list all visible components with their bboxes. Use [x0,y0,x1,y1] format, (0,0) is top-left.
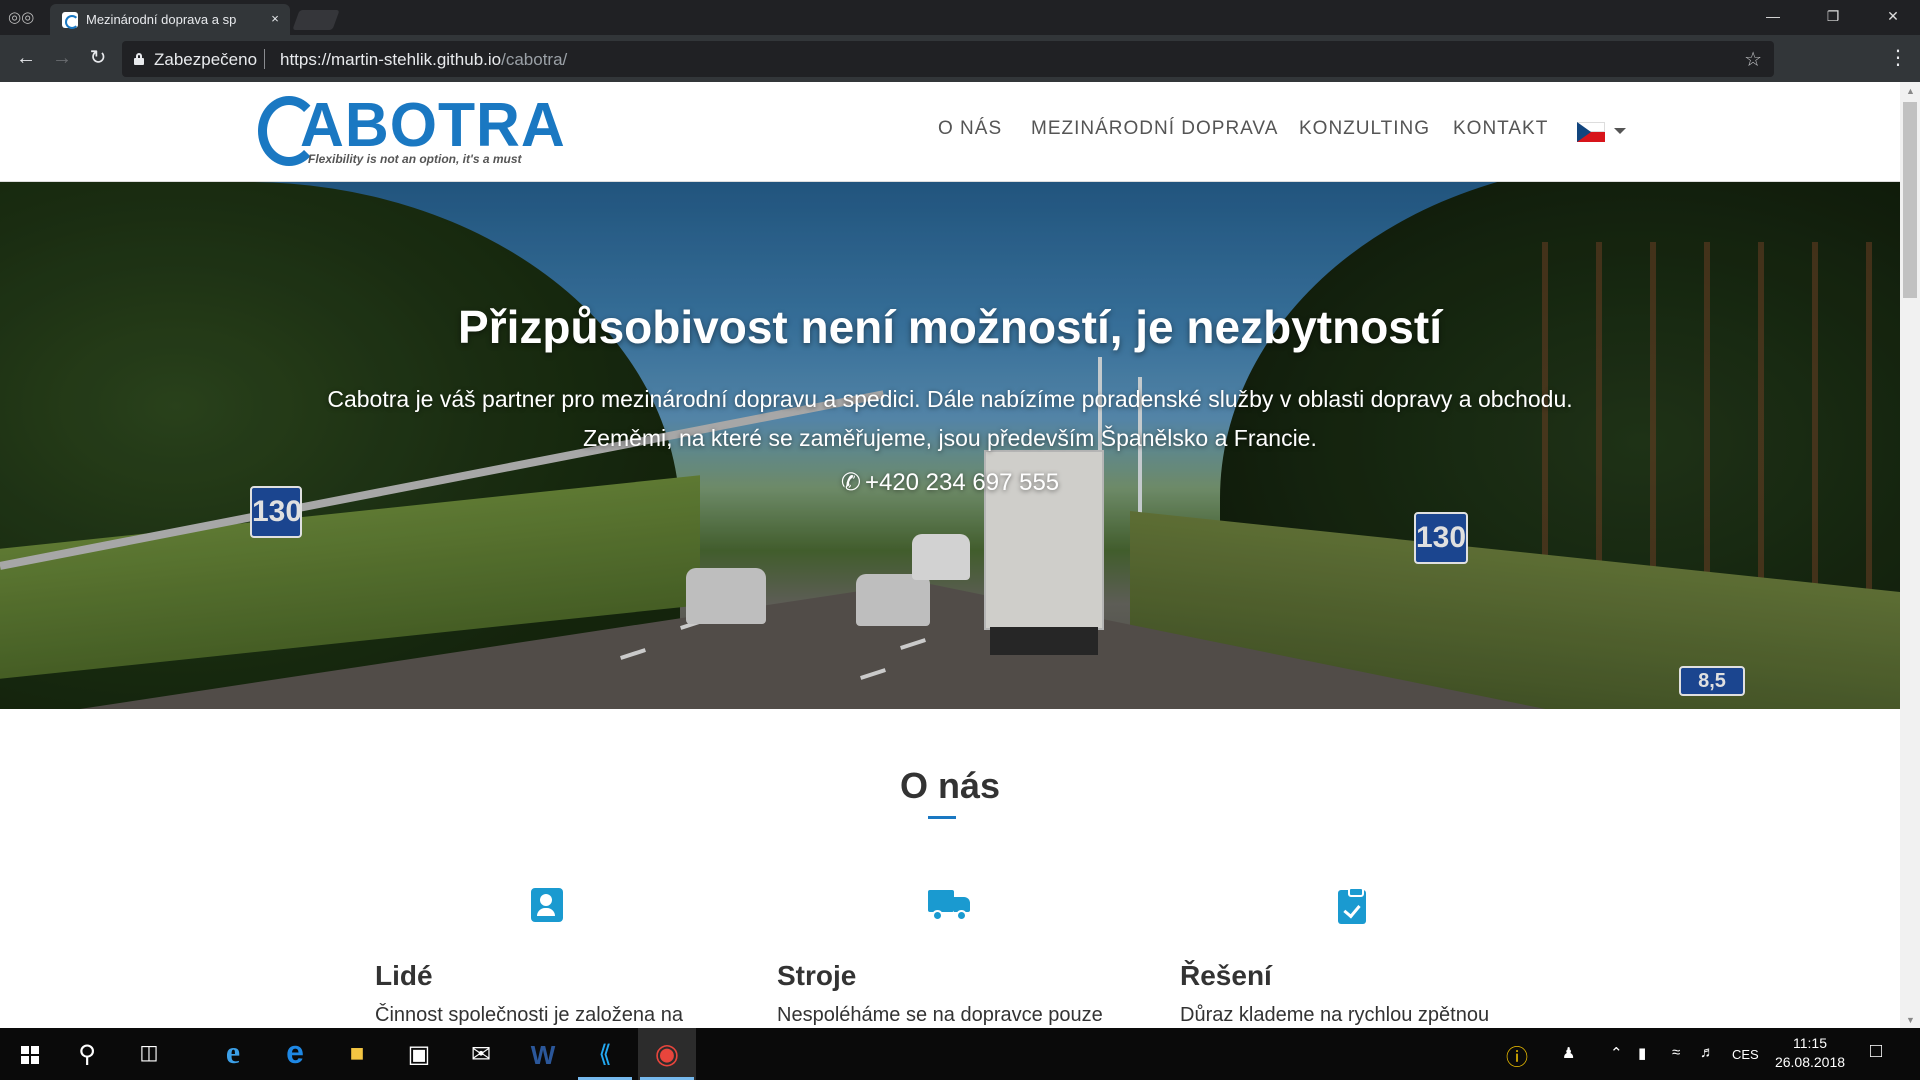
search-icon: ⚲ [78,1041,96,1068]
taskbar-mail[interactable]: ✉ [452,1028,510,1080]
hero-phone[interactable]: ✆ +420 234 697 555 [0,468,1900,497]
taskbar-edge[interactable]: e [266,1028,324,1080]
feature-text-reseni: Důraz klademe na rychlou zpětnou [1180,1004,1490,1026]
incognito-icon: ◎◎ [8,9,35,26]
clock-time: 11:15 [1793,1035,1827,1051]
nav-item-o-nas[interactable]: O NÁS [938,118,1002,140]
lock-icon [134,53,144,65]
windows-logo-icon [21,1046,39,1064]
truck-icon [928,888,972,922]
hero-description-line-1: Cabotra je váš partner pro mezinárodní d… [327,386,1573,412]
input-language[interactable]: CES [1732,1047,1759,1062]
page-viewport: ABOTRA Flexibility is not an option, it'… [0,82,1900,1028]
tab-close-icon[interactable]: × [266,10,284,28]
internet-explorer-icon: e [225,1034,241,1070]
back-arrow-icon[interactable]: ← [14,47,38,71]
nav-item-kontakt[interactable]: KONTAKT [1453,118,1548,140]
new-tab-button[interactable] [292,10,340,30]
bookmark-star-icon[interactable]: ☆ [1744,47,1762,72]
clock-date: 26.08.2018 [1774,1054,1846,1070]
logo-wordmark: ABOTRA [300,91,566,160]
phone-number[interactable]: +420 234 697 555 [865,469,1059,496]
taskbar-chrome[interactable]: ◉ [638,1028,696,1080]
wifi-icon[interactable]: ≈ [1672,1044,1680,1061]
people-icon[interactable]: ♟ [1562,1044,1575,1062]
folder-icon: ■ [349,1040,365,1067]
omnibox-divider [264,49,265,69]
taskbar-word[interactable]: W [514,1028,572,1080]
browser-tab[interactable]: Mezinárodní doprava a sp × [50,4,290,35]
edge-icon: e [286,1034,304,1070]
hero-title: Přizpůsobivost není možností, je nezbytn… [458,301,1442,353]
chrome-icon: ◉ [654,1038,680,1069]
section-title-underline [928,816,956,819]
feature-title-stroje: Stroje [777,960,857,991]
show-hidden-icons-icon[interactable]: ⌃ [1610,1044,1623,1062]
scrollbar-thumb[interactable] [1903,102,1917,298]
nav-item-konzulting[interactable]: KONZULTING [1299,118,1430,140]
site-header: ABOTRA Flexibility is not an option, it'… [0,82,1900,182]
browser-tab-strip: ◎◎ Mezinárodní doprava a sp × — ❐ ✕ [0,0,1920,35]
taskbar-file-explorer[interactable]: ■ [328,1028,386,1080]
address-bar[interactable]: Zabezpečeno https://martin-stehlik.githu… [122,41,1774,77]
browser-toolbar: ← → ↻ Zabezpečeno https://martin-stehlik… [0,35,1920,82]
security-label: Zabezpečeno [154,50,258,69]
volume-icon[interactable]: ♬ [1700,1044,1715,1061]
reload-icon[interactable]: ↻ [86,47,110,71]
task-view-icon: ◫ [139,1042,159,1064]
battery-icon[interactable]: ▮ [1638,1044,1646,1062]
taskbar-vscode[interactable]: ⟪ [576,1028,634,1080]
forward-arrow-icon[interactable]: → [50,47,74,71]
feature-title-lide: Lidé [375,960,433,991]
windows-taskbar: ⚲ ◫ e e ■ ▣ ✉ W ⟪ ◉ ⓘ ♟ ⌃ ▮ ≈ ♬ CES 11:1… [0,1028,1920,1080]
help-icon[interactable]: ⓘ [1506,1040,1528,1072]
nav-item-mezinarodni-doprava[interactable]: MEZINÁRODNÍ DOPRAVA [1031,118,1278,140]
taskbar-ie[interactable]: e [204,1028,262,1080]
page-scrollbar[interactable]: ▲ ▼ [1900,82,1920,1028]
restore-icon[interactable]: ❐ [1810,0,1856,33]
czech-flag-icon[interactable] [1577,122,1605,142]
hero-description-line-2: Zeměmi, na které se zaměřujeme, jsou pře… [583,425,1317,451]
site-favicon-icon [62,12,79,29]
minimize-icon[interactable]: — [1750,0,1796,33]
section-title-o-nas: O nás [899,765,1001,806]
language-dropdown-caret-icon[interactable] [1614,128,1626,134]
feature-text-lide: Činnost společnosti je založena na [375,1004,683,1026]
hero-banner: 130 130 8,5 Přizpůsobivost není možností… [0,182,1900,709]
site-logo[interactable]: ABOTRA Flexibility is not an option, it'… [258,91,565,172]
logo-tagline: Flexibility is not an option, it's a mus… [308,152,522,166]
search-button[interactable]: ⚲ [58,1028,116,1080]
store-bag-icon: ▣ [407,1041,431,1068]
start-button[interactable] [0,1028,58,1080]
mail-icon: ✉ [470,1041,492,1068]
action-center-icon[interactable]: □ [1870,1040,1882,1063]
browser-menu-icon[interactable]: ⋮ [1888,45,1908,73]
close-window-icon[interactable]: ✕ [1870,0,1916,33]
taskbar-store[interactable]: ▣ [390,1028,448,1080]
url-text[interactable]: https://martin-stehlik.github.io/cabotra… [280,50,567,70]
feature-text-stroje: Nespoléháme se na dopravce pouze [777,1004,1103,1026]
feature-title-reseni: Řešení [1180,960,1272,991]
scroll-up-arrow-icon[interactable]: ▲ [1906,86,1915,96]
word-icon: W [530,1040,556,1070]
contact-card-icon [531,888,563,922]
clipboard-check-icon [1338,887,1366,924]
vscode-icon: ⟪ [598,1041,612,1068]
system-clock[interactable]: 11:15 26.08.2018 [1760,1034,1860,1072]
scroll-down-arrow-icon[interactable]: ▼ [1906,1015,1915,1025]
phone-icon: ✆ [840,469,861,496]
task-view-button[interactable]: ◫ [120,1028,178,1080]
tab-title: Mezinárodní doprava a sp [86,12,237,27]
